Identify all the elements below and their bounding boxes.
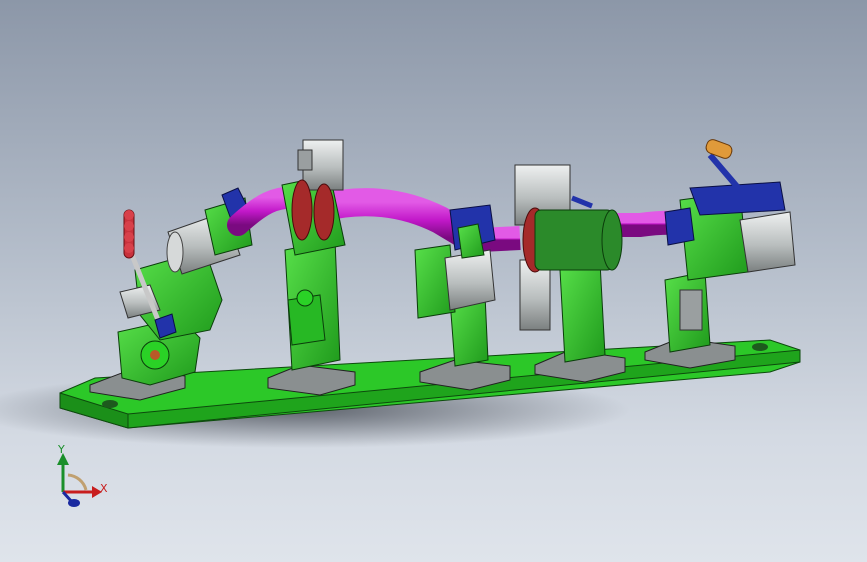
clamp-station-5[interactable] [644, 138, 796, 369]
3d-viewport[interactable]: Y X [0, 0, 867, 562]
fixture-model[interactable] [0, 0, 867, 562]
x-axis-label: X [100, 482, 108, 495]
clamp-station-1[interactable] [89, 187, 253, 401]
clamp-station-2[interactable] [267, 139, 356, 396]
y-axis-label: Y [58, 443, 65, 456]
